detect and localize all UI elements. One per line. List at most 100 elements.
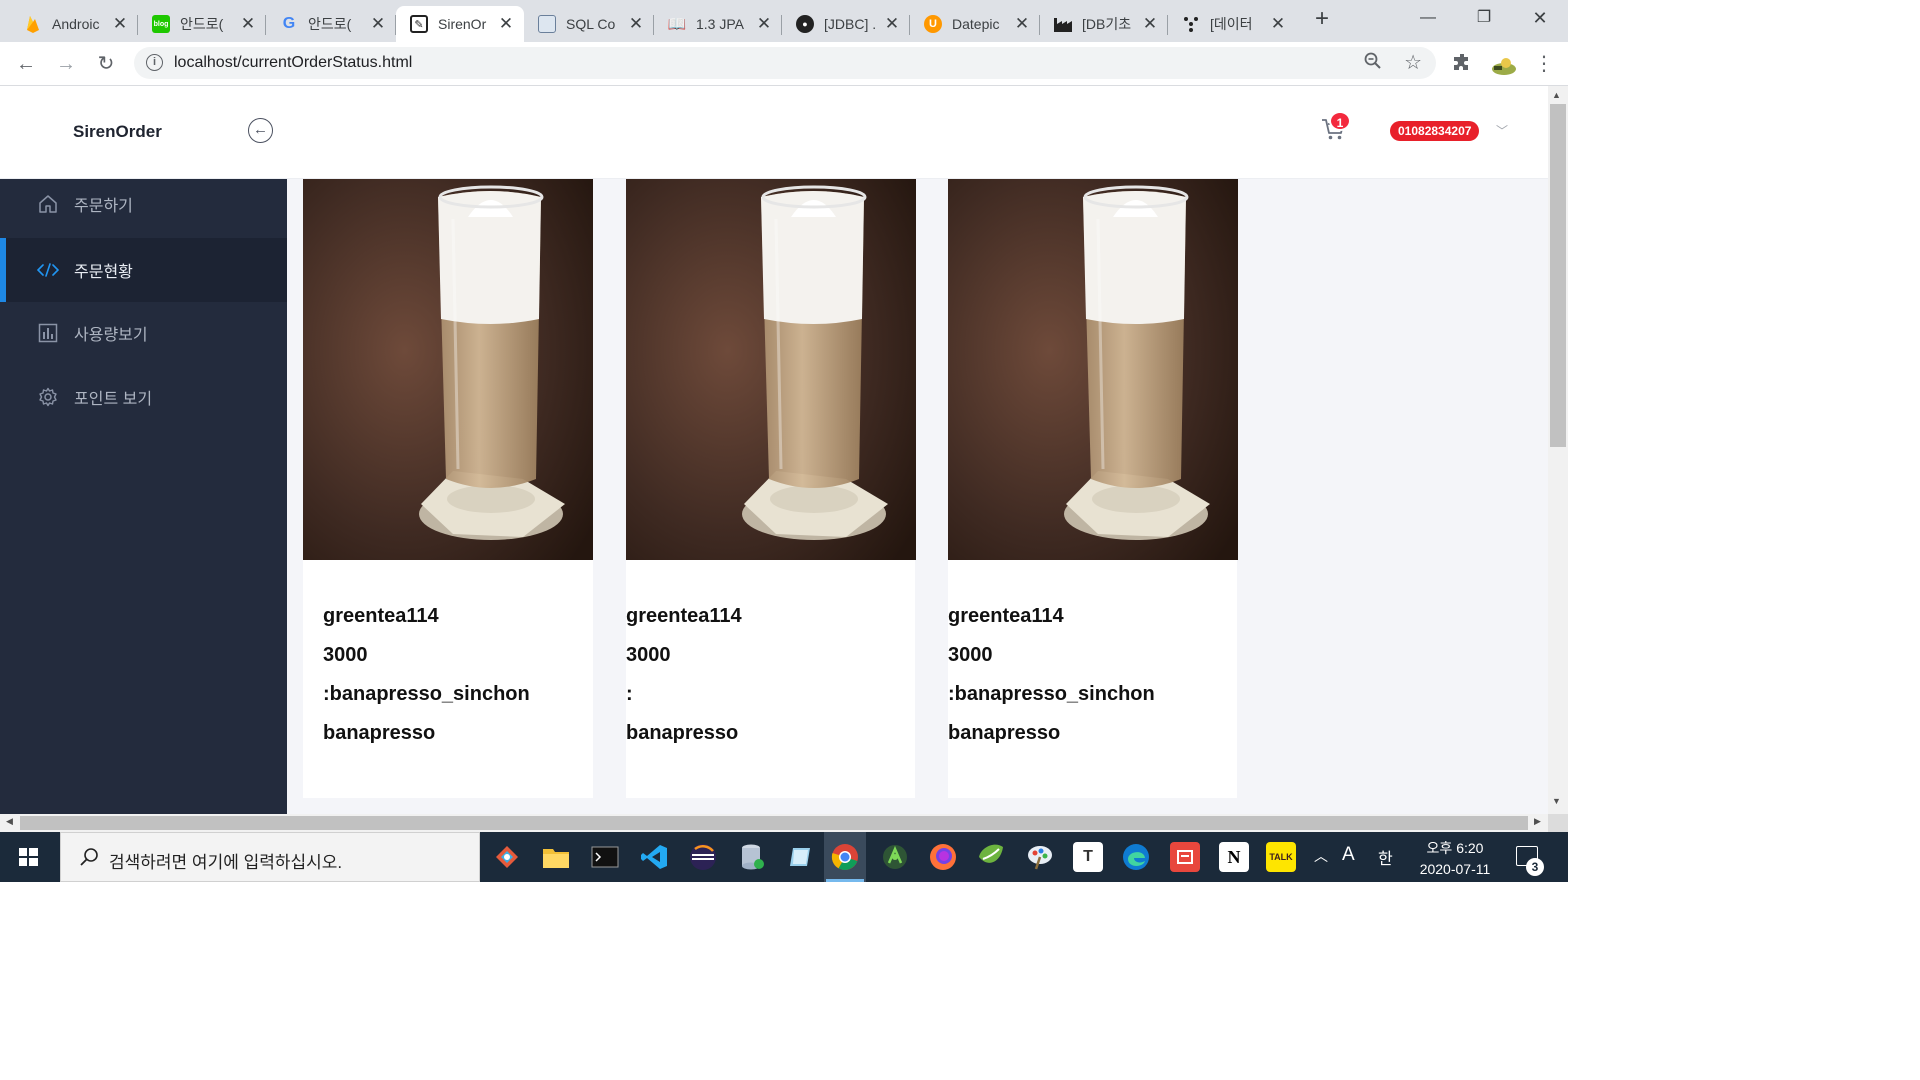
horizontal-scrollbar[interactable]: ◀ ▶ <box>0 814 1548 832</box>
reload-button[interactable]: ↻ <box>92 50 120 78</box>
order-card[interactable]: greentea114 3000 : banapresso <box>626 179 916 798</box>
taskbar-search-placeholder: 검색하려면 여기에 입력하십시오. <box>109 853 343 872</box>
home-icon <box>37 193 59 215</box>
address-bar[interactable]: i localhost/currentOrderStatus.html ☆ <box>134 47 1436 79</box>
order-status-panel: greentea114 3000 :banapresso_sinchon ban… <box>287 179 1548 814</box>
new-tab-button[interactable]: + <box>1310 7 1334 32</box>
latte-photo <box>303 179 593 560</box>
latte-photo <box>948 179 1238 560</box>
browser-tab[interactable]: ● [JDBC] . ✕ <box>782 6 910 42</box>
taskbar-clock[interactable]: 오후 6:20 2020-07-11 <box>1410 838 1500 880</box>
forward-button[interactable]: → <box>52 50 80 78</box>
browser-tab[interactable]: Androic ✕ <box>10 6 138 42</box>
zoom-icon[interactable] <box>1364 52 1382 75</box>
order-menu-name: greentea114 <box>626 605 742 627</box>
order-brand: banapresso <box>323 722 436 744</box>
ui-icon: U <box>924 15 942 33</box>
close-tab-icon[interactable]: ✕ <box>112 14 128 34</box>
file-explorer-icon[interactable] <box>541 842 571 872</box>
terminal-icon[interactable] <box>590 842 620 872</box>
factory-icon <box>1054 15 1072 33</box>
git-kraken-icon[interactable] <box>492 842 522 872</box>
android-studio-icon[interactable] <box>880 842 910 872</box>
paint-icon[interactable] <box>1025 842 1055 872</box>
close-tab-icon[interactable]: ✕ <box>1270 14 1286 34</box>
browser-tab[interactable]: U Datepic ✕ <box>910 6 1040 42</box>
close-tab-icon[interactable]: ✕ <box>756 14 772 34</box>
close-tab-icon[interactable]: ✕ <box>1014 14 1030 34</box>
browser-tab[interactable]: blog 안드로( ✕ <box>138 6 266 42</box>
close-tab-icon[interactable]: ✕ <box>498 14 514 34</box>
clock-time: 오후 6:20 <box>1426 840 1484 856</box>
back-button[interactable]: ← <box>12 50 40 78</box>
windows-taskbar: 검색하려면 여기에 입력하십시오. T N TALK ︿ A 한 오후 6:20… <box>0 832 1568 882</box>
kakaotalk-icon[interactable]: TALK <box>1266 842 1296 872</box>
database-icon[interactable] <box>737 842 767 872</box>
close-tab-icon[interactable]: ✕ <box>1142 14 1158 34</box>
browser-tab-active[interactable]: ✎ SirenOr ✕ <box>396 6 524 42</box>
order-card[interactable]: greentea114 3000 :banapresso_sinchon ban… <box>303 179 593 798</box>
eclipse-icon[interactable] <box>688 842 718 872</box>
close-window-button[interactable]: ✕ <box>1520 6 1560 30</box>
edge-icon[interactable] <box>1121 842 1151 872</box>
sidebar-item-points[interactable]: 포인트 보기 <box>0 365 287 429</box>
browser-menu-icon[interactable]: ⋮ <box>1534 51 1554 76</box>
horizontal-scroll-thumb[interactable] <box>20 816 1528 830</box>
vertical-scroll-thumb[interactable] <box>1550 104 1566 447</box>
ime-language-indicator[interactable]: A <box>1342 844 1355 866</box>
browser-tab[interactable]: [데이터 ✕ <box>1168 6 1296 42</box>
browser-tab[interactable]: SQL Co ✕ <box>524 6 654 42</box>
user-phone-badge[interactable]: 01082834207 <box>1390 121 1480 141</box>
close-tab-icon[interactable]: ✕ <box>240 14 256 34</box>
naver-blog-icon: blog <box>152 15 170 33</box>
minimize-button[interactable]: — <box>1408 6 1448 30</box>
close-tab-icon[interactable]: ✕ <box>370 14 386 34</box>
scroll-left-icon[interactable]: ◀ <box>6 816 13 827</box>
scrollbar-corner <box>1548 814 1568 832</box>
order-store: :banapresso_sinchon <box>323 683 530 705</box>
order-price: 3000 <box>948 644 993 666</box>
vscode-icon[interactable] <box>639 842 669 872</box>
firefox-icon[interactable] <box>928 842 958 872</box>
order-card[interactable]: greentea114 3000 :banapresso_sinchon ban… <box>948 179 1238 798</box>
close-tab-icon[interactable]: ✕ <box>628 14 644 34</box>
notification-count-badge: 3 <box>1526 858 1544 876</box>
order-info: greentea114 3000 :banapresso_sinchon ban… <box>323 602 530 758</box>
browser-tab[interactable]: G 안드로( ✕ <box>266 6 396 42</box>
back-arrow-icon[interactable]: ← <box>248 118 273 143</box>
browser-toolbar: ← → ↻ i localhost/currentOrderStatus.htm… <box>0 42 1568 86</box>
sidebar-item-order[interactable]: 주문하기 <box>0 172 287 236</box>
browser-tab[interactable]: [DB기초 ✕ <box>1040 6 1168 42</box>
order-menu-name: greentea114 <box>948 605 1064 627</box>
scroll-up-icon[interactable]: ▲ <box>1552 90 1561 100</box>
ppt-app-icon[interactable] <box>1170 842 1200 872</box>
ime-mode-indicator[interactable]: 한 <box>1378 845 1393 869</box>
scroll-down-icon[interactable]: ▼ <box>1552 796 1561 806</box>
browser-tab[interactable]: 📖 1.3 JPA ✕ <box>654 6 782 42</box>
url-text[interactable]: localhost/currentOrderStatus.html <box>174 54 412 72</box>
close-tab-icon[interactable]: ✕ <box>884 14 900 34</box>
site-info-icon[interactable]: i <box>146 54 163 71</box>
vertical-scrollbar[interactable]: ▲ ▼ <box>1548 86 1568 814</box>
notes-app-icon[interactable] <box>786 842 816 872</box>
search-icon <box>79 847 99 867</box>
tray-expand-icon[interactable]: ︿ <box>1314 846 1328 866</box>
typora-icon[interactable]: T <box>1073 842 1103 872</box>
scroll-right-icon[interactable]: ▶ <box>1534 816 1541 827</box>
extensions-icon[interactable] <box>1452 52 1472 78</box>
sidebar-item-usage[interactable]: 사용량보기 <box>0 301 287 365</box>
profile-avatar-icon[interactable] <box>1490 54 1518 82</box>
chevron-down-icon[interactable]: ﹀ <box>1496 122 1508 139</box>
notion-icon[interactable]: N <box>1219 842 1249 872</box>
cart-count-badge: 1 <box>1329 111 1351 131</box>
code-icon <box>37 259 59 281</box>
chrome-icon[interactable] <box>830 842 860 872</box>
taskbar-search[interactable]: 검색하려면 여기에 입력하십시오. <box>60 832 480 882</box>
bookmark-star-icon[interactable]: ☆ <box>1404 50 1422 75</box>
start-button[interactable] <box>0 832 58 882</box>
sidebar-item-order-status[interactable]: 주문현황 <box>0 238 287 302</box>
spring-tool-icon[interactable] <box>976 842 1006 872</box>
brand-logo[interactable]: SirenOrder <box>73 122 162 142</box>
restore-button[interactable]: ❐ <box>1464 6 1504 30</box>
active-app-indicator <box>826 879 864 882</box>
